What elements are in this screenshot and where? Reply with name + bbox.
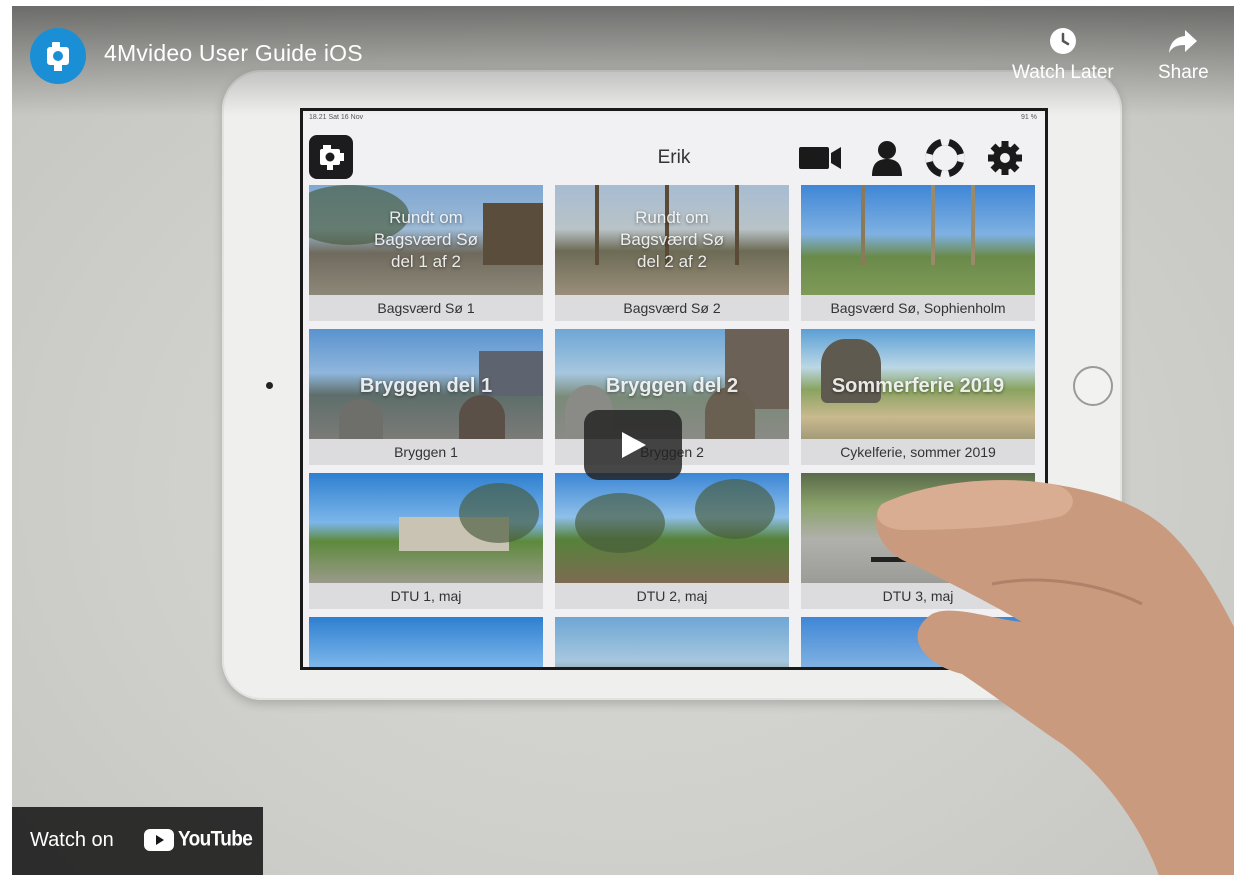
tile-overlay-text: Sommerferie 2019 <box>831 375 1005 397</box>
hand-image <box>876 480 1234 875</box>
tile-caption: Bagsværd Sø 1 <box>309 295 543 321</box>
lifebuoy-icon <box>925 139 965 177</box>
watch-on-label: Watch on <box>30 829 114 851</box>
watch-later-button[interactable]: Watch Later <box>1012 26 1114 84</box>
play-icon <box>622 432 646 458</box>
video-title[interactable]: 4Mvideo User Guide iOS <box>104 40 363 67</box>
tile-overlay-text: Rundt om Bagsværd Sø del 1 af 2 <box>374 208 478 271</box>
tile-caption: Bagsværd Sø 2 <box>555 295 789 321</box>
front-camera-dot <box>266 382 273 389</box>
youtube-logo-icon <box>144 829 174 851</box>
video-player[interactable]: 4Mvideo User Guide iOS Watch Later Share… <box>12 6 1234 875</box>
tile-thumbnail <box>555 473 789 583</box>
share-label: Share <box>1158 62 1209 83</box>
video-tile[interactable]: Rundt om Bagsværd Sø del 2 af 2 Bagsværd… <box>555 185 789 321</box>
video-tile[interactable]: Bryggen del 1 Bryggen 1 <box>309 329 543 465</box>
tile-caption: DTU 1, maj <box>309 583 543 609</box>
channel-avatar[interactable] <box>30 28 86 84</box>
video-tile[interactable] <box>309 617 543 667</box>
youtube-wordmark: YouTube <box>178 827 253 852</box>
tile-caption: Bagsværd Sø, Sophienholm <box>801 295 1035 321</box>
tile-thumbnail <box>309 473 543 583</box>
camera-logo-icon <box>47 42 69 71</box>
home-button <box>1073 366 1113 406</box>
video-tile[interactable]: Rundt om Bagsværd Sø del 1 af 2 Bagsværd… <box>309 185 543 321</box>
watch-later-label: Watch Later <box>1012 62 1114 83</box>
tile-overlay-text: Rundt om Bagsværd Sø del 2 af 2 <box>620 208 724 271</box>
video-tile[interactable]: DTU 2, maj <box>555 473 789 609</box>
clock-icon <box>1049 28 1076 54</box>
gear-icon <box>988 141 1022 175</box>
user-icon <box>872 141 902 176</box>
tile-caption: DTU 2, maj <box>555 583 789 609</box>
watch-on-youtube-button[interactable]: Watch on YouTube <box>12 807 263 875</box>
play-button[interactable] <box>584 410 682 480</box>
tile-caption: Bryggen 1 <box>309 439 543 465</box>
tile-thumbnail <box>801 185 1035 295</box>
video-tile[interactable]: DTU 1, maj <box>309 473 543 609</box>
video-tile[interactable]: Bagsværd Sø, Sophienholm <box>801 185 1035 321</box>
tile-overlay-text: Bryggen del 1 <box>359 375 493 397</box>
tile-thumbnail <box>309 617 543 667</box>
share-button[interactable]: Share <box>1158 26 1209 84</box>
video-tile[interactable] <box>555 617 789 667</box>
tile-thumbnail <box>555 617 789 667</box>
tile-overlay-text: Bryggen del 2 <box>605 375 739 397</box>
video-camera-icon <box>799 147 841 169</box>
share-arrow-icon <box>1169 30 1198 53</box>
